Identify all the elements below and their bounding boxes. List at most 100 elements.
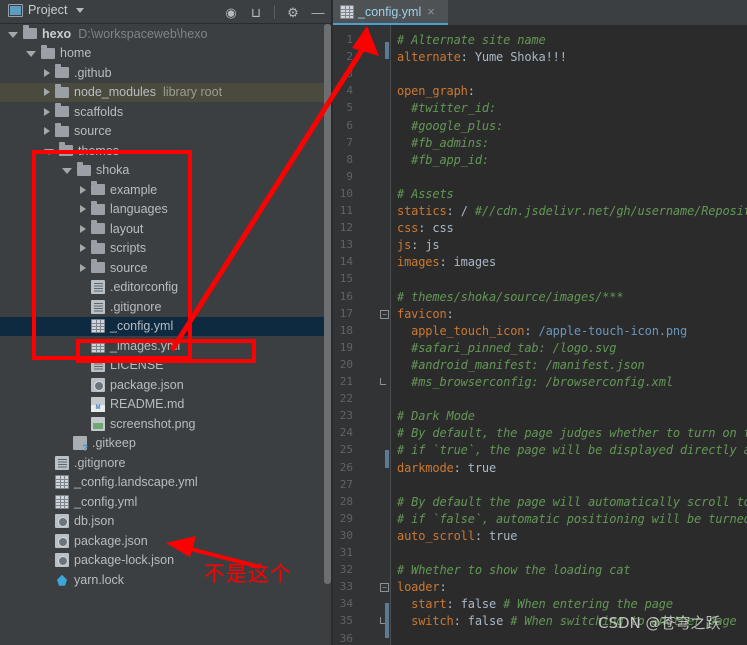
code-line[interactable]: open_graph: xyxy=(397,84,475,98)
code-line[interactable]: # themes/shoka/source/images/*** xyxy=(397,290,624,304)
line-number: 4 xyxy=(346,84,353,98)
tree-row-.gitkeep[interactable]: .gitkeep xyxy=(0,434,324,453)
tree-row-_config.yml[interactable]: _config.yml xyxy=(0,492,324,512)
tree-row-scaffolds[interactable]: scaffolds xyxy=(0,102,324,122)
tree-row-languages[interactable]: languages xyxy=(0,200,324,220)
code-line[interactable]: auto_scroll: true xyxy=(397,529,517,543)
tree-row-home[interactable]: home xyxy=(0,44,324,64)
code-token: switch xyxy=(397,614,454,629)
tree-row-LICENSE[interactable]: LICENSE xyxy=(0,356,324,376)
line-number: 1 xyxy=(346,33,353,46)
tree-row-db.json[interactable]: db.json xyxy=(0,512,324,532)
code-line[interactable]: # Whether to show the loading cat xyxy=(397,563,631,577)
chevron-down-icon[interactable] xyxy=(62,168,72,175)
chevron-right-icon[interactable] xyxy=(80,185,86,194)
tree-row-.github[interactable]: .github xyxy=(0,63,324,83)
chevron-right-icon[interactable] xyxy=(80,224,86,233)
code-token: : xyxy=(446,597,461,612)
tree-row-layout[interactable]: layout xyxy=(0,219,324,239)
line-number: 7 xyxy=(346,135,353,149)
tree-row-scripts[interactable]: scripts xyxy=(0,239,324,259)
code-line[interactable]: #fb_app_id: xyxy=(397,153,489,167)
tree-row-.gitignore[interactable]: .gitignore xyxy=(0,297,324,317)
fold-toggle-icon[interactable]: − xyxy=(380,309,389,319)
code-line[interactable]: darkmode: true xyxy=(397,461,496,475)
tree-item-label: .editorconfig xyxy=(110,280,179,295)
tree-row-node_modules[interactable]: node_modules library root xyxy=(0,82,324,102)
chevron-down-icon[interactable] xyxy=(26,51,36,58)
code-line[interactable]: #fb_admins: xyxy=(397,136,489,150)
chevron-right-icon[interactable] xyxy=(80,205,86,214)
chevron-right-icon[interactable] xyxy=(44,68,50,77)
tree-item-label: scripts xyxy=(110,241,147,256)
tree-row-.gitignore[interactable]: .gitignore xyxy=(0,453,324,473)
tree-row-_config.yml[interactable]: _config.yml xyxy=(0,316,324,336)
code-line[interactable]: #twitter_id: xyxy=(397,101,496,115)
chevron-right-icon[interactable] xyxy=(44,107,50,116)
folder-icon xyxy=(55,103,69,118)
code-token: #safari_pinned_tab: /logo.svg xyxy=(397,340,617,355)
chevron-right-icon[interactable] xyxy=(44,88,50,97)
code-line[interactable]: css: css xyxy=(397,221,454,235)
tree-row-example[interactable]: example xyxy=(0,180,324,200)
tree-row-themes[interactable]: themes xyxy=(0,141,324,161)
code-line[interactable]: apple_touch_icon: /apple-touch-icon.png xyxy=(397,324,687,338)
code-line[interactable]: #ms_browserconfig: /browserconfig.xml xyxy=(397,375,673,389)
chevron-down-icon[interactable] xyxy=(44,148,54,155)
tree-item-label: languages xyxy=(110,202,168,217)
code-line[interactable]: #google_plus: xyxy=(397,119,503,133)
target-icon[interactable]: ◉ xyxy=(224,6,238,19)
code-line[interactable]: alternate: Yume Shoka!!! xyxy=(397,50,567,64)
code-token: css xyxy=(432,221,454,236)
chevron-right-icon[interactable] xyxy=(80,244,86,253)
code-line[interactable]: # By default, the page judges whether to… xyxy=(397,426,747,440)
code-viewport[interactable]: 1 2 3 4 5 6 7 8 9 10 11 12 13 14 15 16 17−18 19 20 21 22 23 24… xyxy=(333,25,747,645)
code-line[interactable]: loader: xyxy=(397,580,447,594)
tree-row-_config.landscape.yml[interactable]: _config.landscape.yml xyxy=(0,473,324,493)
editor-gutter[interactable]: 1 2 3 4 5 6 7 8 9 10 11 12 13 14 15 16 17−18 19 20 21 22 23 24… xyxy=(333,25,391,645)
tree-row-shoka[interactable]: shoka xyxy=(0,161,324,181)
code-line[interactable]: # Assets xyxy=(397,187,454,201)
code-line[interactable]: # Alternate site name xyxy=(397,33,546,47)
tree-row-source[interactable]: source xyxy=(0,258,324,278)
tree-item-label: screenshot.png xyxy=(110,416,196,431)
project-tree-scrollbar[interactable] xyxy=(324,24,331,645)
tree-row-hexo[interactable]: hexo D:\workspaceweb\hexo xyxy=(0,24,324,44)
code-line[interactable]: start: false # When entering the page xyxy=(397,597,673,611)
code-line[interactable]: #android_manifest: /manifest.json xyxy=(397,358,645,372)
library-root-badge: library root xyxy=(163,85,223,100)
tree-row-package.json[interactable]: package.json xyxy=(0,531,324,551)
yml-file-icon xyxy=(55,475,69,490)
code-line[interactable]: favicon: xyxy=(397,307,454,321)
code-line[interactable]: #safari_pinned_tab: /logo.svg xyxy=(397,341,616,355)
fold-toggle-icon[interactable]: − xyxy=(380,583,389,593)
tree-row-.editorconfig[interactable]: .editorconfig xyxy=(0,278,324,298)
close-icon[interactable]: × xyxy=(427,5,435,18)
fold-end-marker[interactable] xyxy=(380,378,386,385)
line-number: 9 xyxy=(346,169,353,183)
tree-row-source[interactable]: source xyxy=(0,122,324,142)
scrollbar-thumb[interactable] xyxy=(324,24,331,584)
tree-row-README.md[interactable]: README.md xyxy=(0,395,324,415)
chevron-right-icon[interactable] xyxy=(80,263,86,272)
tree-row-_images.yml[interactable]: _images.yml xyxy=(0,336,324,356)
tree-row-screenshot.png[interactable]: screenshot.png xyxy=(0,414,324,434)
code-line[interactable]: # Dark Mode xyxy=(397,409,475,423)
chevron-down-icon[interactable] xyxy=(75,7,84,13)
code-line[interactable]: # By default the page will automatically… xyxy=(397,495,747,509)
code-line[interactable]: statics: / #//cdn.jsdelivr.net/gh/userna… xyxy=(397,204,747,218)
tab-config-yml[interactable]: _config.yml × xyxy=(333,0,448,25)
chevron-right-icon[interactable] xyxy=(44,127,50,136)
collapse-all-icon[interactable]: ⊔ xyxy=(249,6,263,19)
minimize-icon[interactable]: — xyxy=(311,6,325,19)
code-line[interactable]: # if `false`, automatic positioning will… xyxy=(397,512,747,526)
code-line[interactable]: images: images xyxy=(397,255,496,269)
code-line[interactable]: js: js xyxy=(397,238,440,252)
settings-gear-icon[interactable]: ⚙ xyxy=(286,6,300,19)
project-file-tree[interactable]: hexo D:\workspaceweb\hexo home .github node_… xyxy=(0,24,324,645)
tree-row-package.json[interactable]: package.json xyxy=(0,375,324,395)
tab-label: _config.yml xyxy=(358,4,422,19)
chevron-down-icon[interactable] xyxy=(8,31,18,38)
project-tool-window-header[interactable]: Project xyxy=(8,3,84,17)
code-line[interactable]: # if `true`, the page will be displayed … xyxy=(397,443,747,457)
